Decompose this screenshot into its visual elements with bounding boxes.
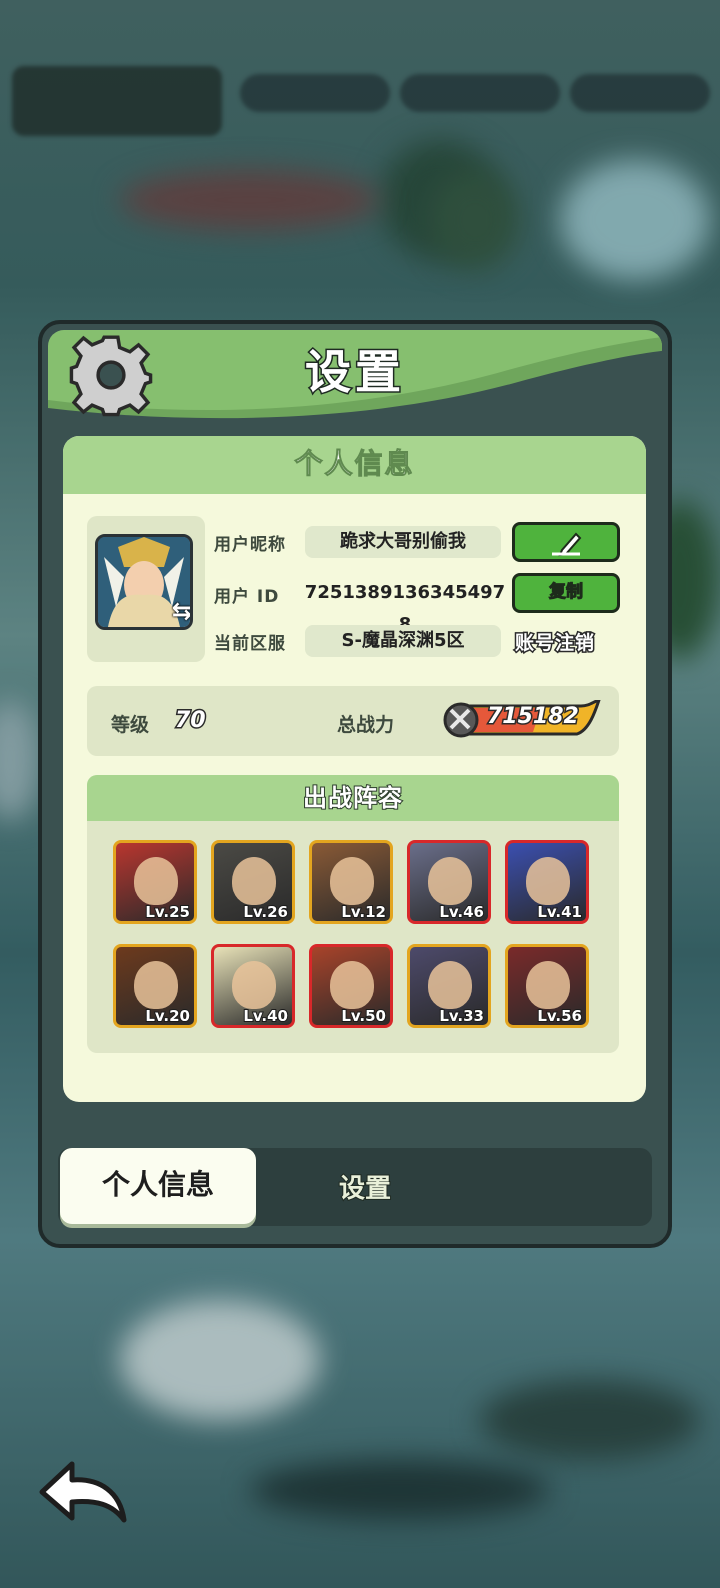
- server-label: 当前区服: [214, 634, 286, 654]
- server-value: S-魔晶深渊5区: [305, 625, 501, 657]
- hero-level: Lv.33: [438, 1006, 485, 1025]
- hero-level: Lv.50: [340, 1006, 387, 1025]
- lineup-title: 出战阵容: [87, 775, 619, 821]
- deregister-account-button[interactable]: 账号注销: [513, 628, 595, 656]
- hero-level: Lv.41: [536, 902, 583, 921]
- hero-card[interactable]: Lv.56: [505, 944, 589, 1028]
- level-value: 70: [174, 707, 208, 735]
- profile-card: 个人信息 ⇆ 用户昵称 跪求大哥别偷我 用户 ID 72513891363454…: [63, 436, 646, 1102]
- tab-personal-info[interactable]: 个人信息: [60, 1148, 256, 1224]
- hero-level: Lv.20: [144, 1006, 191, 1025]
- hero-level: Lv.25: [144, 902, 191, 921]
- hero-portrait: [526, 961, 570, 1009]
- user-id-label: 用户 ID: [214, 587, 280, 607]
- hero-level: Lv.26: [242, 902, 289, 921]
- level-label: 等级: [111, 714, 150, 736]
- edit-nickname-button[interactable]: [512, 522, 620, 562]
- swap-avatar-icon[interactable]: ⇆: [172, 597, 190, 625]
- hero-card[interactable]: Lv.46: [407, 840, 491, 924]
- hero-portrait: [428, 857, 472, 905]
- hero-card[interactable]: Lv.50: [309, 944, 393, 1028]
- power-label: 总战力: [337, 714, 395, 736]
- lineup-box: 出战阵容 Lv.25 Lv.26 Lv.12 Lv.46 Lv.41 Lv.20 Lv.40…: [87, 775, 619, 1053]
- back-arrow-icon[interactable]: [34, 1458, 130, 1528]
- hero-card[interactable]: Lv.12: [309, 840, 393, 924]
- hero-portrait: [330, 857, 374, 905]
- hero-card[interactable]: Lv.33: [407, 944, 491, 1028]
- hero-card[interactable]: Lv.26: [211, 840, 295, 924]
- avatar[interactable]: ⇆: [95, 534, 193, 630]
- hero-portrait: [134, 961, 178, 1009]
- nickname-label: 用户昵称: [214, 535, 286, 555]
- tab-settings[interactable]: 设置: [300, 1168, 430, 1205]
- panel-header: 设置: [48, 330, 662, 430]
- copy-id-button[interactable]: 复制: [512, 573, 620, 613]
- hero-level: Lv.40: [242, 1006, 289, 1025]
- nickname-value: 跪求大哥别偷我: [305, 526, 501, 558]
- hero-card[interactable]: Lv.25: [113, 840, 197, 924]
- hero-portrait: [232, 857, 276, 905]
- hero-card[interactable]: Lv.20: [113, 944, 197, 1028]
- hero-portrait: [232, 961, 276, 1009]
- user-id-value: 7251389136345497 8: [304, 582, 506, 635]
- profile-section-title: 个人信息: [63, 436, 646, 494]
- power-value: 715182: [486, 703, 581, 731]
- avatar-box: ⇆: [87, 516, 205, 662]
- stats-box: 等级 70 总战力 715182: [87, 686, 619, 756]
- hero-portrait: [134, 857, 178, 905]
- pencil-icon: [552, 532, 582, 557]
- hero-portrait: [330, 961, 374, 1009]
- hero-level: Lv.56: [536, 1006, 583, 1025]
- hero-card[interactable]: Lv.41: [505, 840, 589, 924]
- hero-level: Lv.12: [340, 902, 387, 921]
- hero-portrait: [428, 961, 472, 1009]
- panel-title: 设置: [304, 344, 405, 401]
- hero-level: Lv.46: [438, 902, 485, 921]
- power-badge: 715182: [443, 700, 601, 738]
- hero-card[interactable]: Lv.40: [211, 944, 295, 1028]
- hero-portrait: [526, 857, 570, 905]
